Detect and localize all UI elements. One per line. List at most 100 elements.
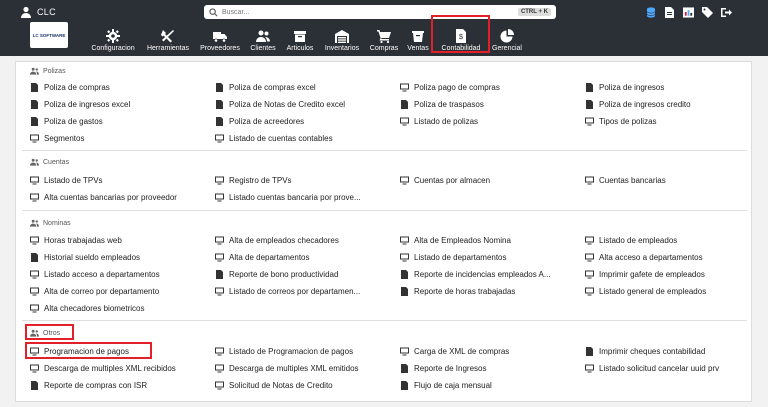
file-icon [586,347,593,356]
menu-item-segmentos[interactable]: Segmentos [30,133,84,144]
menu-item-poliza-notas-credito-excel[interactable]: Poliza de Notas de Credito excel [215,99,345,110]
report-icon[interactable] [683,6,694,18]
menu-item-historial-sueldo-empleados[interactable]: Historial sueldo empleados [30,252,140,263]
menu-item-alta-correo-departamento[interactable]: Alta de correo por departamento [30,286,159,297]
menu-item-reporte-horas-trabajadas[interactable]: Reporte de horas trabajadas [400,286,515,297]
nav-label: Configuracion [91,45,135,52]
menu-item-listado-de-empleados[interactable]: Listado de empleados [585,235,677,246]
nav-label: Herramientas [146,45,189,52]
menu-item-label: Alta acceso a departamentos [599,253,703,262]
menu-item-alta-acceso-departamentos[interactable]: Alta acceso a departamentos [585,252,703,263]
menu-item-imprimir-cheques-contabilidad[interactable]: Imprimir cheques contabilidad [585,346,705,357]
menu-item-label: Reporte de incidencias empleados A... [414,270,551,279]
nav-configuracion[interactable]: Configuracion [91,22,135,52]
menu-item-alta-de-departamentos[interactable]: Alta de departamentos [215,252,310,263]
monitor-icon [400,176,409,185]
menu-item-horas-trabajadas-web[interactable]: Horas trabajadas web [30,235,122,246]
nav-gerencial[interactable]: Gerencial [492,22,522,52]
menu-item-poliza-pago-de-compras[interactable]: Poliza pago de compras [400,82,500,93]
nav-label: Gerencial [492,45,522,52]
menu-item-listado-de-departamentos[interactable]: Listado de departamentos [400,252,507,263]
nav-clientes[interactable]: Clientes [249,22,277,52]
menu-item-label: Solicitud de Notas de Credito [229,381,333,390]
logout-icon[interactable] [721,7,732,18]
menu-item-descarga-xml-emitidos[interactable]: Descarga de multiples XML emitidos [215,363,359,374]
menu-item-listado-cuentas-contables[interactable]: Listado de cuentas contables [215,133,333,144]
menu-item-imprimir-gafete-empleados[interactable]: Imprimir gafete de empleados [585,269,705,280]
menu-item-label: Poliza de acreedores [229,117,305,126]
user-menu[interactable]: CLC [20,5,56,19]
menu-item-solicitud-notas-credito[interactable]: Solicitud de Notas de Credito [215,380,333,391]
menu-item-alta-empleados-checadores[interactable]: Alta de empleados checadores [215,235,339,246]
nav-articulos[interactable]: Articulos [285,22,315,52]
menu-item-poliza-de-ingresos-credito[interactable]: Poliza de ingresos credito [585,99,691,110]
menu-item-listado-general-empleados[interactable]: Listado general de empleados [585,286,706,297]
section-label: Cuentas [43,158,70,166]
menu-item-listado-cuentas-bancaria-proveedor[interactable]: Listado cuentas bancaria por prove... [215,192,361,203]
menu-item-alta-cuentas-bancarias-proveedor[interactable]: Alta cuentas bancarias por proveedor [30,192,177,203]
monitor-icon [400,83,409,92]
menu-item-listado-de-polizas[interactable]: Listado de polizas [400,116,478,127]
menu-item-label: Imprimir gafete de empleados [599,270,705,279]
file-icon [31,83,38,92]
section-title-cuentas: Cuentas [30,158,69,166]
menu-item-cuentas-bancarias[interactable]: Cuentas bancarias [585,175,666,186]
menu-item-poliza-de-acreedores[interactable]: Poliza de acreedores [215,116,304,127]
menu-item-poliza-de-compras[interactable]: Poliza de compras [30,82,110,93]
menu-item-reporte-incidencias-empleados[interactable]: Reporte de incidencias empleados A... [400,269,551,280]
nav-inventarios[interactable]: Inventarios [323,22,361,52]
menu-item-label: Poliza de traspasos [414,100,484,109]
menu-item-label: Reporte de horas trabajadas [414,287,516,296]
tools-icon [161,30,174,43]
monitor-icon [585,236,594,245]
section-divider [22,320,747,321]
menu-item-tipos-de-polizas[interactable]: Tipos de polizas [585,116,657,127]
menu-item-carga-xml-compras[interactable]: Carga de XML de compras [400,346,509,357]
menu-item-cuentas-por-almacen[interactable]: Cuentas por almacen [400,175,490,186]
menu-item-alta-checadores-biometricos[interactable]: Alta checadores biometricos [30,303,145,314]
menu-item-listado-correos-departamento[interactable]: Listado de correos por departamen... [215,286,360,297]
menu-item-descarga-xml-recibidos[interactable]: Descarga de multiples XML recibidos [30,363,176,374]
file-icon [31,117,38,126]
menu-item-label: Poliza de gastos [44,117,103,126]
menu-item-alta-empleados-nomina[interactable]: Alta de Empleados Nomina [400,235,511,246]
tag-icon[interactable] [702,6,713,18]
menu-item-label: Imprimir cheques contabilidad [599,347,706,356]
monitor-icon [215,381,224,390]
section-title-polizas: Polizas [30,67,66,75]
search-input[interactable]: Buscar... CTRL + K [204,5,556,19]
nav-herramientas[interactable]: Herramientas [145,22,191,52]
menu-item-poliza-de-gastos[interactable]: Poliza de gastos [30,116,103,127]
nav-contabilidad-highlight [431,15,490,53]
menu-item-poliza-de-traspasos[interactable]: Poliza de traspasos [400,99,484,110]
nav-proveedores[interactable]: Proveedores [199,22,241,52]
menu-item-label: Segmentos [44,134,85,143]
file-icon [586,83,593,92]
nav-compras[interactable]: Compras [369,22,399,52]
file-icon[interactable] [664,6,675,18]
menu-item-poliza-de-compras-excel[interactable]: Poliza de compras excel [215,82,316,93]
users-icon [30,219,39,227]
monitor-icon [30,364,39,373]
file-icon [216,83,223,92]
file-icon [31,253,38,262]
menu-item-listado-programacion-pagos[interactable]: Listado de Programacion de pagos [215,346,353,357]
monitor-icon [215,193,224,202]
menu-item-label: Listado solicitud cancelar uuid prv [599,364,720,373]
menu-item-listado-de-tpvs[interactable]: Listado de TPVs [30,175,103,186]
menu-item-poliza-de-ingresos[interactable]: Poliza de ingresos [585,82,664,93]
menu-item-label: Alta de correo por departamento [44,287,160,296]
menu-item-reporte-de-ingresos[interactable]: Reporte de Ingresos [400,363,487,374]
monitor-icon [30,304,39,313]
menu-item-reporte-bono-productividad[interactable]: Reporte de bono productividad [215,269,338,280]
nav-ventas[interactable]: Ventas [406,22,430,52]
menu-item-registro-de-tpvs[interactable]: Registro de TPVs [215,175,292,186]
menu-item-label: Listado de cuentas contables [229,134,333,143]
database-icon[interactable] [645,6,656,18]
menu-item-poliza-de-ingresos-excel[interactable]: Poliza de ingresos excel [30,99,130,110]
menu-item-label: Cuentas bancarias [599,176,666,185]
menu-item-flujo-caja-mensual[interactable]: Flujo de caja mensual [400,380,492,391]
menu-item-reporte-compras-isr[interactable]: Reporte de compras con ISR [30,380,147,391]
menu-item-listado-acceso-departamentos[interactable]: Listado acceso a departamentos [30,269,160,280]
menu-item-listado-solicitud-cancelar-uuid[interactable]: Listado solicitud cancelar uuid prv [585,363,719,374]
